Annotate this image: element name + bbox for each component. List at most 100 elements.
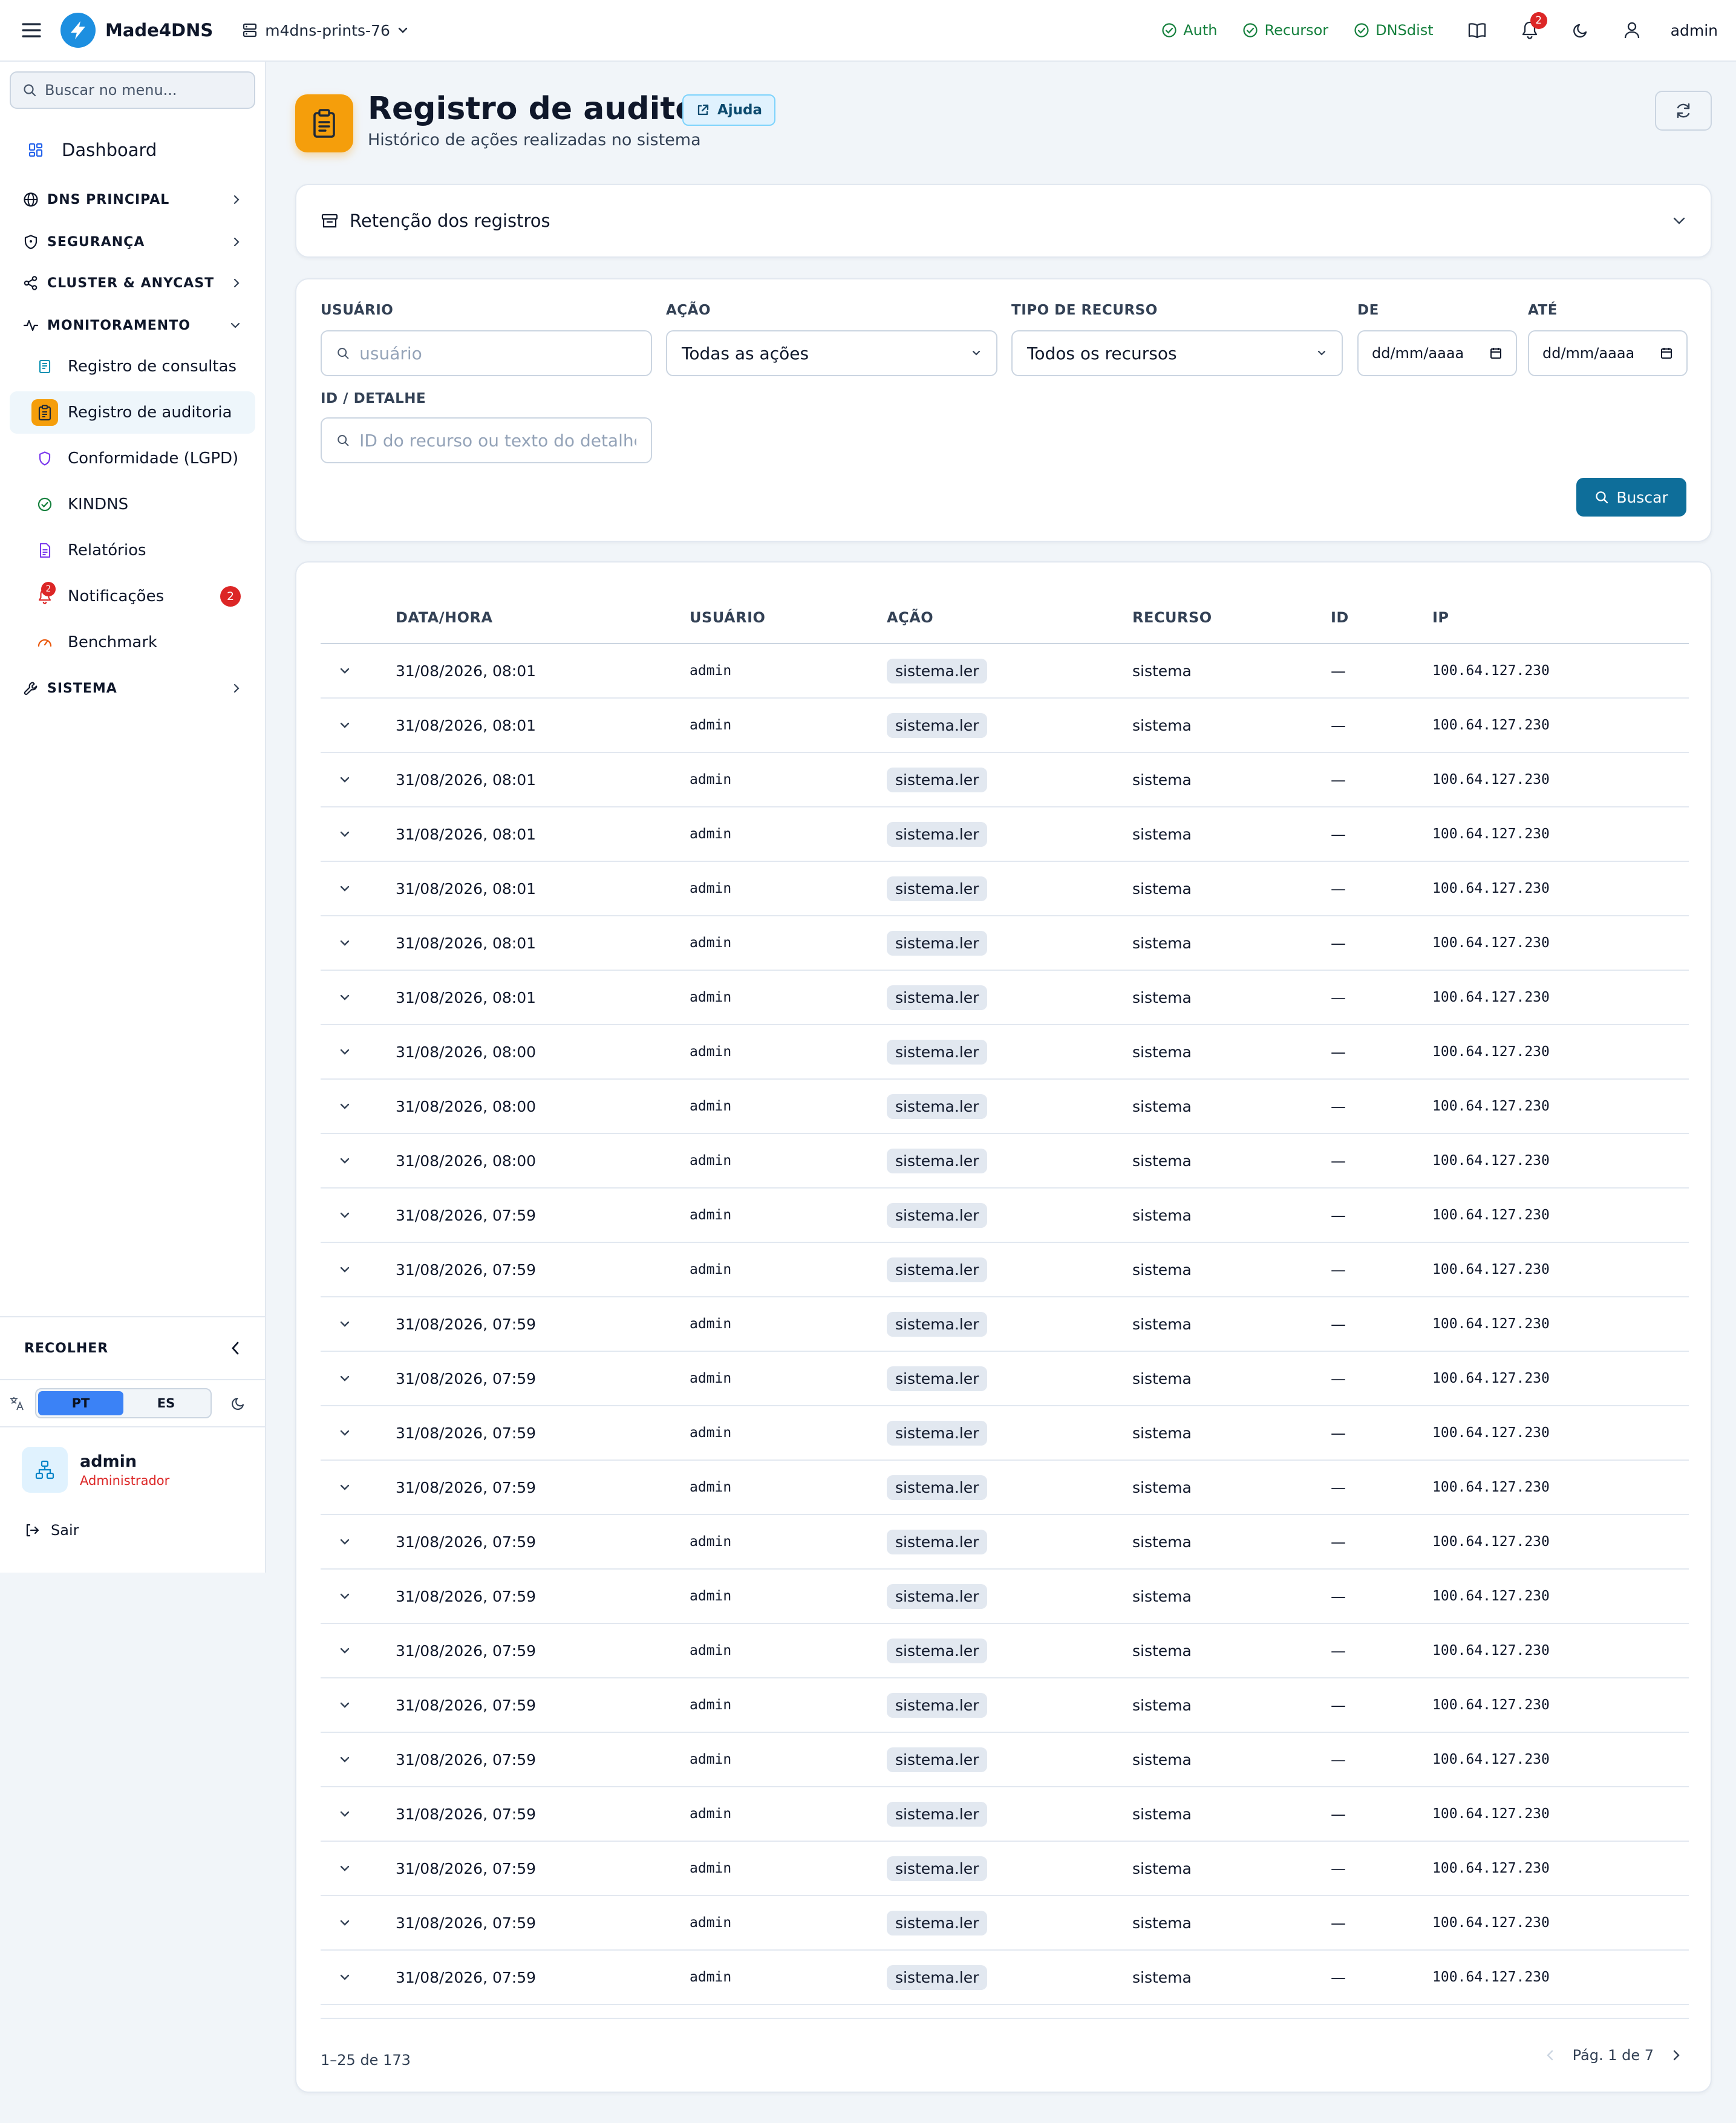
- menu-search[interactable]: [10, 71, 255, 109]
- filter-resource-select[interactable]: Todos os recursos: [1011, 330, 1343, 376]
- sidebar-group-cluster[interactable]: CLUSTER & ANYCAST: [10, 266, 255, 300]
- user-card[interactable]: admin Administrador: [0, 1427, 265, 1512]
- chevron-down-icon[interactable]: [339, 775, 351, 784]
- refresh-button[interactable]: [1655, 91, 1712, 131]
- column-header-id[interactable]: ID: [1331, 592, 1432, 644]
- chevron-down-icon[interactable]: [339, 1265, 351, 1274]
- theme-moon-icon[interactable]: [1573, 22, 1590, 39]
- collapse-sidebar-button[interactable]: RECOLHER: [0, 1316, 265, 1379]
- table-row[interactable]: 31/08/2026, 07:59 admin sistema.ler sistema…: [321, 1732, 1689, 1787]
- chevron-down-icon[interactable]: [339, 1211, 351, 1219]
- sidebar-item-dashboard[interactable]: Dashboard: [10, 132, 255, 168]
- table-row[interactable]: 31/08/2026, 08:01 admin sistema.ler sistema…: [321, 916, 1689, 971]
- chevron-down-icon[interactable]: [339, 1646, 351, 1655]
- table-row[interactable]: 31/08/2026, 08:00 admin sistema.ler sistema…: [321, 1025, 1689, 1080]
- notifications-bell-icon[interactable]: 2: [1521, 12, 1547, 40]
- table-row[interactable]: 31/08/2026, 08:01 admin sistema.ler sistema…: [321, 698, 1689, 753]
- sidebar-group-dns[interactable]: DNS PRINCIPAL: [10, 183, 255, 217]
- table-row[interactable]: 31/08/2026, 07:59 admin sistema.ler sistema…: [321, 1297, 1689, 1352]
- column-header-ip[interactable]: IP: [1432, 592, 1689, 644]
- chevron-down-icon[interactable]: [339, 1102, 351, 1110]
- filter-action-select[interactable]: Todas as ações: [666, 330, 997, 376]
- filter-detail-field[interactable]: [321, 417, 652, 463]
- filter-user-input[interactable]: [359, 343, 636, 364]
- table-row[interactable]: 31/08/2026, 07:59 admin sistema.ler sistema…: [321, 1787, 1689, 1842]
- chevron-down-icon[interactable]: [339, 667, 351, 675]
- table-row[interactable]: 31/08/2026, 08:00 admin sistema.ler sistema…: [321, 1079, 1689, 1134]
- sidebar-item-compliance[interactable]: Conformidade (LGPD): [10, 437, 255, 480]
- sidebar-item-reports[interactable]: Relatórios: [10, 529, 255, 572]
- filter-user-field[interactable]: [321, 330, 652, 376]
- chevron-down-icon[interactable]: [339, 1538, 351, 1546]
- table-row[interactable]: 31/08/2026, 07:59 admin sistema.ler sistema…: [321, 1460, 1689, 1515]
- column-header-user[interactable]: USUÁRIO: [690, 592, 887, 644]
- previous-page-icon[interactable]: [1546, 2049, 1555, 2062]
- sidebar-group-monitoring[interactable]: MONITORAMENTO: [10, 308, 255, 342]
- chevron-down-icon[interactable]: [339, 1864, 351, 1873]
- chevron-down-icon[interactable]: [339, 1973, 351, 1981]
- next-page-icon[interactable]: [1672, 2049, 1680, 2062]
- table-row[interactable]: 31/08/2026, 07:59 admin sistema.ler sistema…: [321, 1515, 1689, 1570]
- brand[interactable]: Made4DNS: [60, 13, 213, 48]
- chevron-down-icon[interactable]: [339, 1592, 351, 1600]
- chevron-down-icon[interactable]: [339, 1320, 351, 1328]
- chevron-down-icon[interactable]: [339, 721, 351, 729]
- table-row[interactable]: 31/08/2026, 07:59 admin sistema.ler sistema…: [321, 1896, 1689, 1951]
- column-header-action[interactable]: AÇÃO: [887, 592, 1132, 644]
- menu-search-input[interactable]: [45, 82, 238, 99]
- chevron-down-icon[interactable]: [339, 1810, 351, 1818]
- chevron-down-icon[interactable]: [339, 884, 351, 893]
- table-row[interactable]: 31/08/2026, 07:59 admin sistema.ler sistema…: [321, 1242, 1689, 1297]
- chevron-down-icon[interactable]: [339, 1048, 351, 1056]
- column-header-datetime[interactable]: DATA/HORA: [396, 592, 690, 644]
- table-row[interactable]: 31/08/2026, 07:59 admin sistema.ler sistema…: [321, 1841, 1689, 1896]
- help-button[interactable]: Ajuda: [682, 94, 776, 126]
- sidebar-item-audit-log[interactable]: Registro de auditoria: [10, 391, 255, 434]
- table-row[interactable]: 31/08/2026, 08:01 admin sistema.ler sistema…: [321, 752, 1689, 807]
- sidebar-item-benchmark[interactable]: Benchmark: [10, 621, 255, 664]
- column-header-resource[interactable]: RECURSO: [1132, 592, 1331, 644]
- sidebar-group-system[interactable]: SISTEMA: [10, 671, 255, 705]
- service-status-dnsdist[interactable]: DNSdist: [1354, 22, 1434, 39]
- logout-button[interactable]: Sair: [0, 1512, 265, 1548]
- language-es-button[interactable]: ES: [123, 1391, 209, 1415]
- server-selector[interactable]: m4dns-prints-76: [242, 22, 408, 39]
- current-username[interactable]: admin: [1671, 22, 1718, 39]
- search-button[interactable]: Buscar: [1576, 478, 1686, 517]
- menu-icon[interactable]: [18, 17, 45, 44]
- user-icon[interactable]: [1623, 21, 1640, 39]
- language-pt-button[interactable]: PT: [38, 1391, 123, 1415]
- table-row[interactable]: 31/08/2026, 07:59 admin sistema.ler sistema…: [321, 1623, 1689, 1678]
- table-row[interactable]: 31/08/2026, 08:00 admin sistema.ler sistema…: [321, 1133, 1689, 1189]
- theme-moon-icon[interactable]: [231, 1395, 247, 1411]
- sidebar-item-query-log[interactable]: Registro de consultas: [10, 345, 255, 388]
- table-row[interactable]: 31/08/2026, 07:59 admin sistema.ler sistema…: [321, 1950, 1689, 2005]
- table-row[interactable]: 31/08/2026, 07:59 admin sistema.ler sistema…: [321, 1188, 1689, 1243]
- table-row[interactable]: 31/08/2026, 07:59 admin sistema.ler sistema…: [321, 1351, 1689, 1406]
- table-row[interactable]: 31/08/2026, 07:59 admin sistema.ler sistema…: [321, 1406, 1689, 1461]
- chevron-down-icon[interactable]: [339, 1483, 351, 1492]
- filter-to-date[interactable]: dd/mm/aaaa: [1528, 330, 1688, 376]
- calendar-icon[interactable]: [1489, 347, 1503, 360]
- table-row[interactable]: 31/08/2026, 08:01 admin sistema.ler sistema…: [321, 970, 1689, 1025]
- chevron-down-icon[interactable]: [339, 1156, 351, 1165]
- docs-book-icon[interactable]: [1467, 22, 1487, 39]
- chevron-down-icon[interactable]: [339, 1919, 351, 1927]
- table-row[interactable]: 31/08/2026, 08:01 admin sistema.ler sistema…: [321, 861, 1689, 916]
- sidebar-item-notifications[interactable]: 2 Notificações 2: [10, 575, 255, 618]
- chevron-down-icon[interactable]: [339, 1701, 351, 1709]
- calendar-icon[interactable]: [1660, 347, 1673, 360]
- chevron-down-icon[interactable]: [339, 1429, 351, 1437]
- chevron-down-icon[interactable]: [339, 830, 351, 838]
- filter-from-date[interactable]: dd/mm/aaaa: [1357, 330, 1517, 376]
- table-row[interactable]: 31/08/2026, 08:01 admin sistema.ler sistema…: [321, 807, 1689, 862]
- chevron-down-icon[interactable]: [339, 939, 351, 947]
- table-row[interactable]: 31/08/2026, 07:59 admin sistema.ler sistema…: [321, 1678, 1689, 1733]
- sidebar-item-kindns[interactable]: KINDNS: [10, 483, 255, 526]
- filter-detail-input[interactable]: [359, 430, 636, 451]
- service-status-auth[interactable]: Auth: [1161, 22, 1217, 39]
- sidebar-group-security[interactable]: SEGURANÇA: [10, 225, 255, 259]
- service-status-recursor[interactable]: Recursor: [1242, 22, 1328, 39]
- chevron-down-icon[interactable]: [339, 993, 351, 1002]
- retention-panel[interactable]: Retenção dos registros: [295, 184, 1712, 258]
